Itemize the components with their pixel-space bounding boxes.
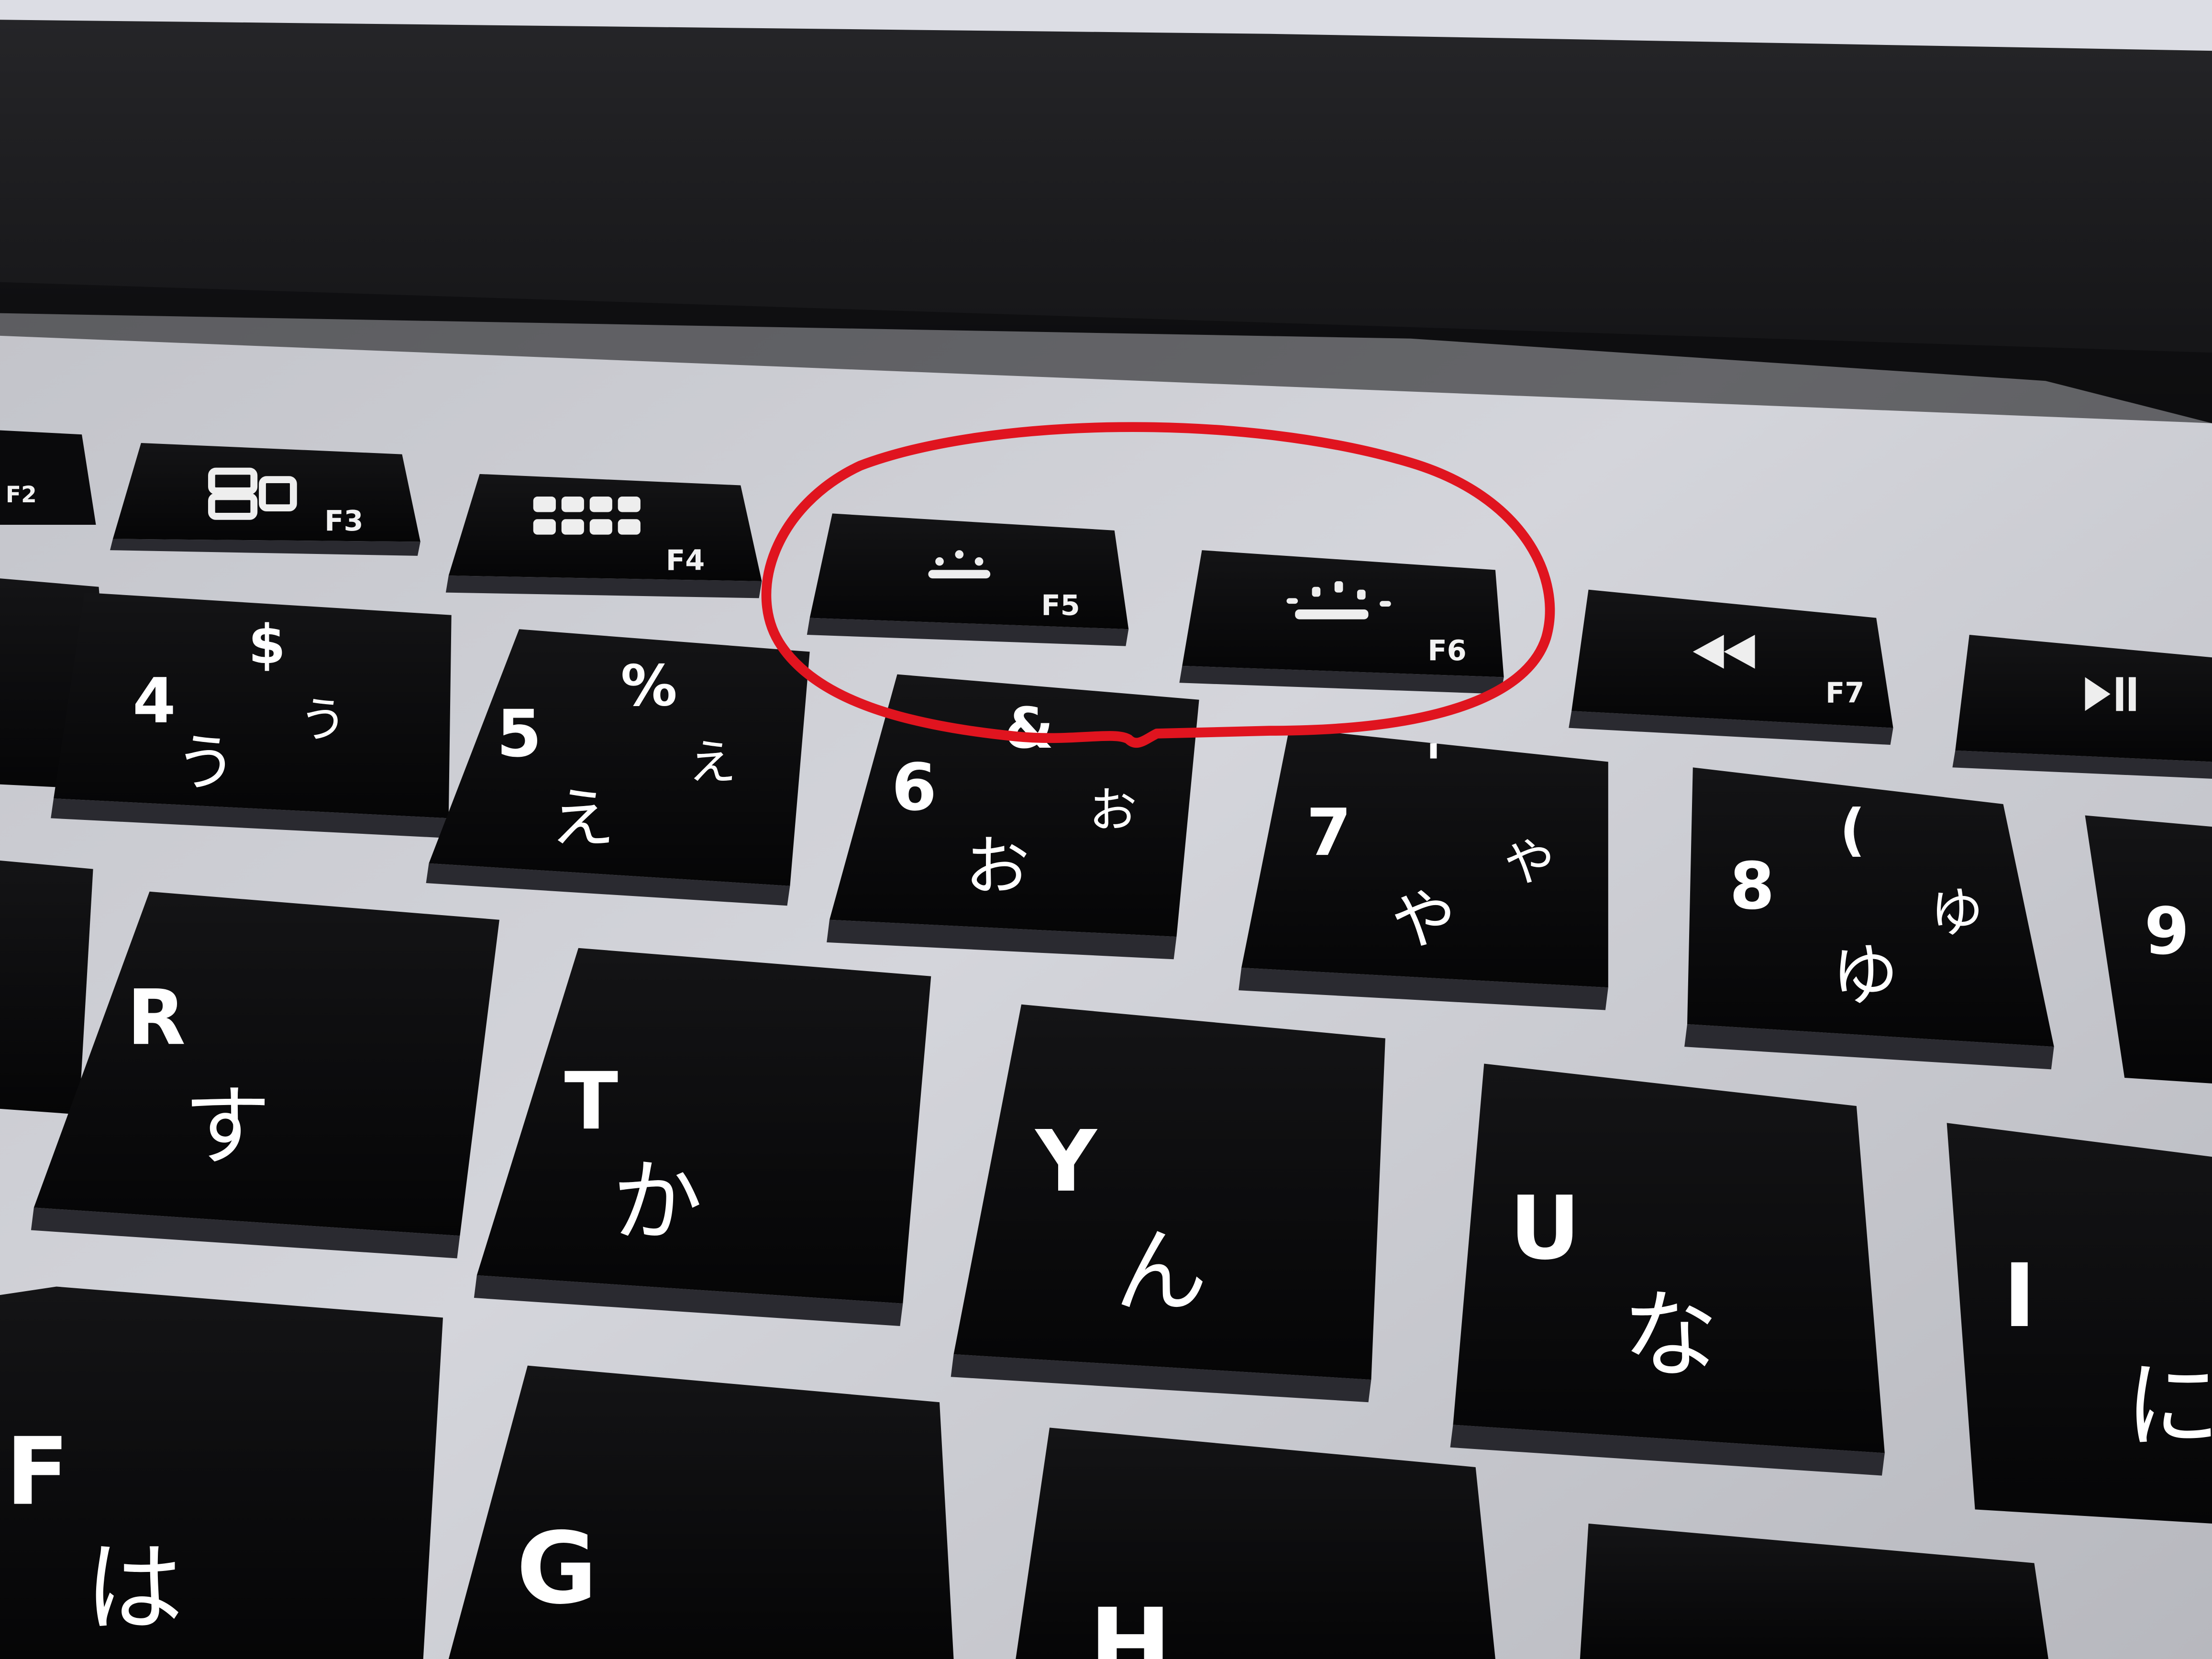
key-u-kana: な: [1622, 1280, 1718, 1392]
key-g-main: G: [516, 1511, 597, 1626]
key-7-shift: ': [1425, 732, 1442, 798]
key-7-kana: や: [1391, 882, 1456, 958]
key-6-kana-small: お: [1089, 782, 1137, 838]
key-i-main: I: [2003, 1245, 2036, 1347]
key-f7-label: F7: [1825, 676, 1864, 709]
key-4-main: 4: [133, 665, 176, 737]
key-f6-label: F6: [1427, 634, 1466, 667]
key-h[interactable]: H: [1016, 1427, 1495, 1659]
key-f5-label: F5: [1041, 589, 1080, 622]
key-r-kana: す: [183, 1076, 271, 1178]
key-g[interactable]: G: [448, 1365, 954, 1659]
key-4[interactable]: $ 4 う う: [51, 592, 452, 838]
key-u[interactable]: U な: [1450, 1063, 1885, 1476]
key-8-main: 8: [1729, 848, 1774, 924]
key-f3[interactable]: F3: [110, 442, 420, 556]
key-6-shift: &: [1005, 696, 1054, 761]
key-i[interactable]: I に: [1947, 1123, 2212, 1524]
key-5-kana: え: [550, 781, 615, 856]
key-7[interactable]: ' 7 や や: [1239, 728, 1608, 1010]
key-7-kana-small: や: [1504, 833, 1555, 893]
key-e-partial[interactable]: [0, 860, 93, 1115]
key-6-kana: お: [965, 829, 1030, 904]
key-f4-label: F4: [666, 543, 705, 576]
key-f[interactable]: F は: [0, 1286, 443, 1659]
key-4-kana: う: [175, 727, 237, 799]
key-8-shift: (: [1839, 797, 1865, 863]
key-y[interactable]: Y ん: [951, 1004, 1385, 1403]
keyboard-photo: F2 F3 F4 F5 F6 F7 $ 4 う う % 5 え え & 6 お …: [0, 0, 2212, 1659]
key-f6[interactable]: F6: [1179, 550, 1504, 694]
key-f3-label: F3: [324, 504, 363, 537]
key-f2[interactable]: F2: [0, 430, 96, 525]
key-8[interactable]: ( 8 ゆ ゆ: [1684, 767, 2054, 1070]
key-5-kana-small: え: [688, 734, 736, 790]
key-9-main: 9: [2144, 894, 2189, 969]
key-h-main: H: [1089, 1587, 1172, 1659]
key-f2-label: F2: [6, 482, 37, 508]
key-f8[interactable]: [1952, 635, 2212, 779]
key-t-main: T: [564, 1055, 619, 1147]
key-f5[interactable]: F5: [807, 513, 1129, 646]
key-t-kana: か: [612, 1149, 703, 1254]
key-4-kana-small: う: [299, 692, 347, 748]
key-4-shift: $: [248, 614, 286, 676]
key-y-main: Y: [1035, 1112, 1098, 1211]
key-f4[interactable]: F4: [445, 474, 762, 598]
key-y-kana: ん: [1115, 1217, 1208, 1326]
key-r-main: R: [127, 973, 186, 1062]
key-f-main: F: [6, 1417, 69, 1526]
key-8-kana: ゆ: [1831, 937, 1899, 1015]
key-i-kana: に: [2124, 1350, 2212, 1462]
key-5-shift: %: [621, 653, 677, 719]
key-f-kana: は: [85, 1530, 183, 1646]
key-5-main: 5: [497, 696, 542, 772]
key-8-kana-small: ゆ: [1930, 882, 1983, 944]
key-u-main: U: [1509, 1177, 1580, 1279]
key-7-main: 7: [1306, 795, 1351, 870]
key-6-main: 6: [892, 750, 937, 825]
